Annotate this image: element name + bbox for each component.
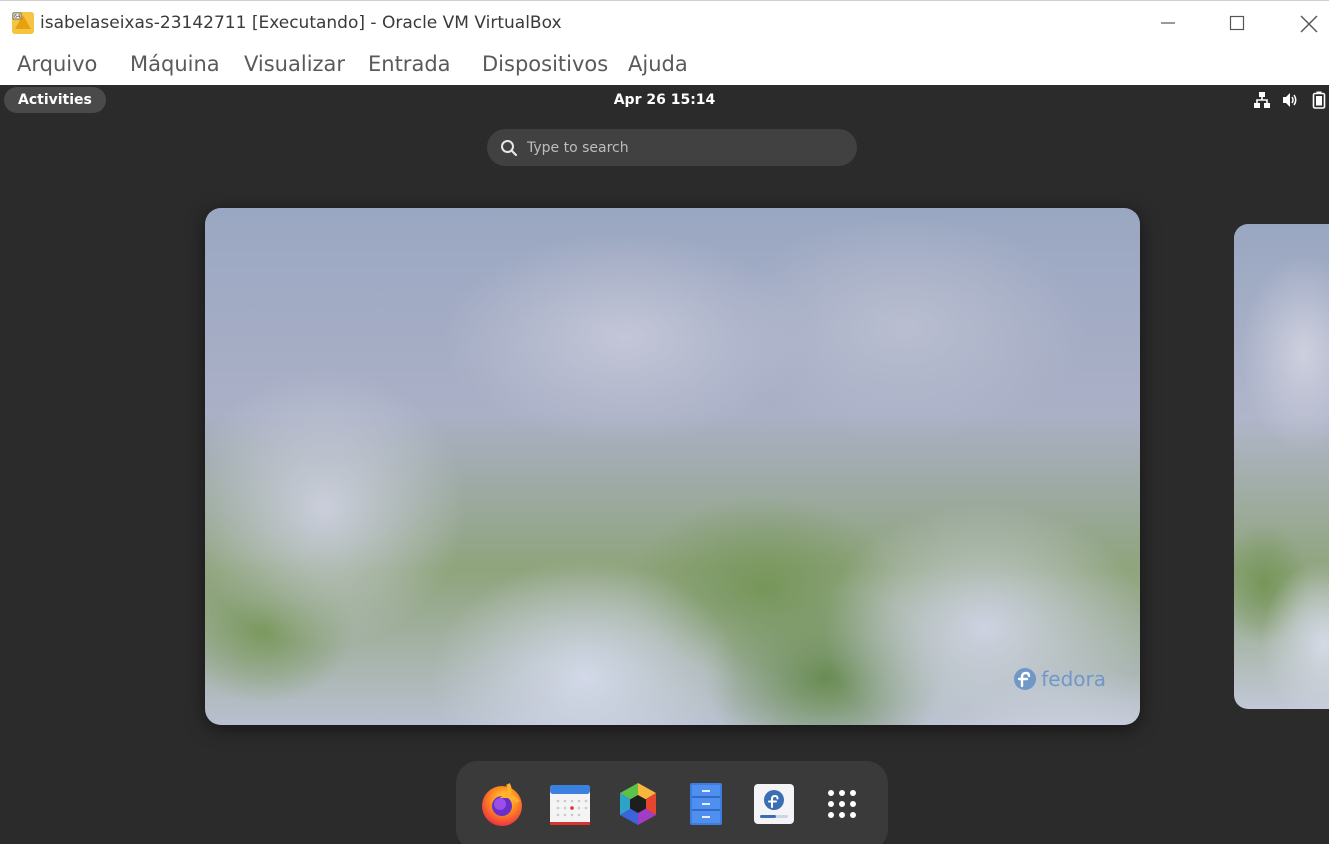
maximize-button[interactable] [1215, 9, 1261, 37]
fedora-software-icon [754, 784, 794, 824]
menu-arquivo[interactable]: Arquivo [17, 52, 97, 76]
calendar-icon [550, 785, 590, 825]
dock-fedora-software[interactable] [750, 780, 798, 828]
menu-dispositivos[interactable]: Dispositivos [482, 52, 608, 76]
window-titlebar[interactable]: 64 isabelaseixas-23142711 [Executando] -… [0, 0, 1329, 44]
menubar: Arquivo Máquina Visualizar Entrada Dispo… [0, 44, 1329, 85]
svg-text:64: 64 [14, 14, 20, 20]
fedora-wordmark: fedora [1041, 667, 1106, 691]
menu-ajuda[interactable]: Ajuda [628, 52, 688, 76]
dash [456, 761, 888, 844]
fedora-wallpaper-logo: fedora [1013, 667, 1106, 693]
dock-photos[interactable] [614, 780, 662, 828]
maximize-icon [1229, 15, 1245, 31]
minimize-button[interactable] [1146, 9, 1192, 37]
window-title: isabelaseixas-23142711 [Executando] - Or… [40, 13, 562, 33]
dock-firefox[interactable] [478, 780, 526, 828]
show-apps-grid-icon [828, 790, 856, 818]
virtualbox-icon: 64 [11, 11, 35, 35]
file-cabinet-icon [690, 783, 722, 825]
battery-icon[interactable] [1312, 91, 1326, 114]
menu-entrada[interactable]: Entrada [368, 52, 451, 76]
close-icon [1300, 15, 1318, 33]
firefox-icon [482, 783, 522, 826]
dock-calendar[interactable] [546, 780, 594, 828]
workspace-thumbnail-next[interactable] [1234, 224, 1329, 709]
network-wired-icon[interactable] [1253, 91, 1271, 114]
workspace-thumbnail-current[interactable]: fedora [205, 208, 1140, 725]
search-input[interactable] [527, 129, 837, 166]
close-button[interactable] [1293, 9, 1325, 37]
fedora-logo-icon [1014, 668, 1037, 690]
photos-icon [620, 783, 656, 825]
menu-visualizar[interactable]: Visualizar [244, 52, 345, 76]
minimize-icon [1161, 22, 1175, 24]
menu-maquina[interactable]: Máquina [130, 52, 220, 76]
dock-show-apps[interactable] [818, 780, 866, 828]
search-field[interactable] [487, 129, 857, 166]
clock[interactable]: Apr 26 15:14 [0, 92, 1329, 108]
guest-screen[interactable]: Activities Apr 26 15:14 Type to search f… [0, 85, 1329, 844]
dock-file-cabinet[interactable] [682, 780, 730, 828]
search-icon [501, 140, 518, 157]
volume-icon[interactable] [1281, 91, 1299, 114]
